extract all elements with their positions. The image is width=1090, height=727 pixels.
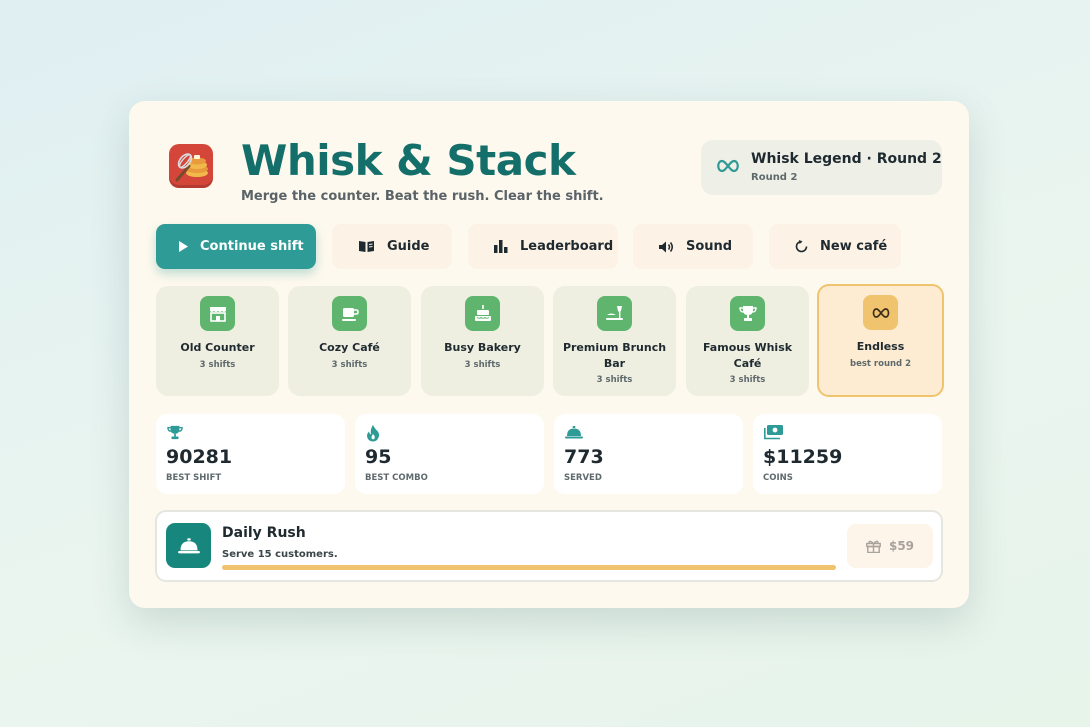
- level-shifts: 3 shifts: [729, 375, 766, 385]
- bar-chart-icon: [494, 240, 508, 253]
- book-icon: [359, 241, 374, 252]
- main-menu-card: Whisk & Stack Merge the counter. Beat th…: [129, 101, 969, 608]
- cloche-icon: [565, 426, 583, 439]
- infinity-icon: [863, 295, 898, 330]
- level-shifts: 3 shifts: [331, 360, 368, 370]
- daily-rush-panel: Daily Rush Serve 15 customers. $59: [155, 510, 943, 582]
- daily-rush-progress-fill: [222, 565, 836, 570]
- level-card-premium-brunch-bar[interactable]: Premium Brunch Bar 3 shifts: [553, 286, 676, 396]
- stat-label: BEST COMBO: [365, 473, 428, 483]
- infinity-icon: [717, 159, 739, 173]
- continue-shift-label: Continue shift: [200, 239, 304, 254]
- guide-label: Guide: [387, 239, 430, 254]
- app-logo-icon: [169, 144, 213, 188]
- sound-label: Sound: [686, 239, 733, 254]
- level-card-famous-whisk-cafe[interactable]: Famous Whisk Café 3 shifts: [686, 286, 809, 396]
- trophy-icon: [167, 425, 183, 440]
- level-name: Endless: [856, 340, 905, 353]
- daily-rush-title: Daily Rush: [222, 525, 306, 541]
- level-best-round: best round 2: [849, 359, 912, 369]
- cloche-icon: [166, 523, 211, 568]
- new-cafe-label: New café: [820, 239, 888, 254]
- guide-button[interactable]: Guide: [332, 224, 452, 269]
- stat-label: SERVED: [564, 473, 602, 483]
- cash-icon: [764, 425, 783, 440]
- trophy-icon: [730, 296, 765, 331]
- level-card-old-counter[interactable]: Old Counter 3 shifts: [156, 286, 279, 396]
- level-name: Famous Whisk Café: [702, 341, 793, 370]
- stat-value: 95: [365, 446, 392, 468]
- level-card-endless[interactable]: Endless best round 2: [817, 284, 944, 397]
- flame-icon: [367, 425, 380, 442]
- daily-rush-description: Serve 15 customers.: [222, 549, 338, 560]
- level-shifts: 3 shifts: [596, 375, 633, 385]
- sound-button[interactable]: Sound: [633, 224, 753, 269]
- leaderboard-button[interactable]: Leaderboard: [468, 224, 618, 269]
- stat-coins: $11259 COINS: [753, 414, 942, 494]
- daily-rush-progress: [222, 565, 836, 570]
- stat-best-shift: 90281 BEST SHIFT: [156, 414, 345, 494]
- storefront-icon: [200, 296, 235, 331]
- stat-label: COINS: [763, 473, 793, 483]
- gift-icon: [866, 540, 881, 553]
- new-cafe-button[interactable]: New café: [769, 224, 901, 269]
- leaderboard-label: Leaderboard: [520, 239, 614, 254]
- claim-reward-button[interactable]: $59: [847, 524, 933, 568]
- level-name: Cozy Café: [319, 341, 380, 354]
- coffee-cup-icon: [332, 296, 367, 331]
- level-card-cozy-cafe[interactable]: Cozy Café 3 shifts: [288, 286, 411, 396]
- rank-title: Whisk Legend · Round 2: [751, 151, 942, 167]
- stat-label: BEST SHIFT: [166, 473, 222, 483]
- continue-shift-button[interactable]: Continue shift: [156, 224, 316, 269]
- game-tagline: Merge the counter. Beat the rush. Clear …: [241, 189, 604, 204]
- cake-icon: [465, 296, 500, 331]
- stat-value: 90281: [166, 446, 233, 468]
- level-shifts: 3 shifts: [464, 360, 501, 370]
- level-name: Busy Bakery: [444, 341, 521, 354]
- rank-round: Round 2: [751, 172, 798, 183]
- restart-icon: [795, 240, 808, 253]
- stat-served: 773 SERVED: [554, 414, 743, 494]
- brunch-icon: [597, 296, 632, 331]
- speaker-icon: [659, 241, 673, 252]
- play-icon: [179, 241, 188, 252]
- reward-amount: $59: [888, 539, 915, 553]
- level-shifts: 3 shifts: [199, 360, 236, 370]
- game-title: Whisk & Stack: [241, 136, 576, 185]
- stat-best-combo: 95 BEST COMBO: [355, 414, 544, 494]
- level-card-busy-bakery[interactable]: Busy Bakery 3 shifts: [421, 286, 544, 396]
- stat-value: 773: [564, 446, 604, 468]
- level-name: Old Counter: [180, 341, 255, 354]
- rank-badge: Whisk Legend · Round 2 Round 2: [701, 140, 942, 195]
- level-name: Premium Brunch Bar: [562, 341, 667, 370]
- stat-value: $11259: [763, 446, 843, 468]
